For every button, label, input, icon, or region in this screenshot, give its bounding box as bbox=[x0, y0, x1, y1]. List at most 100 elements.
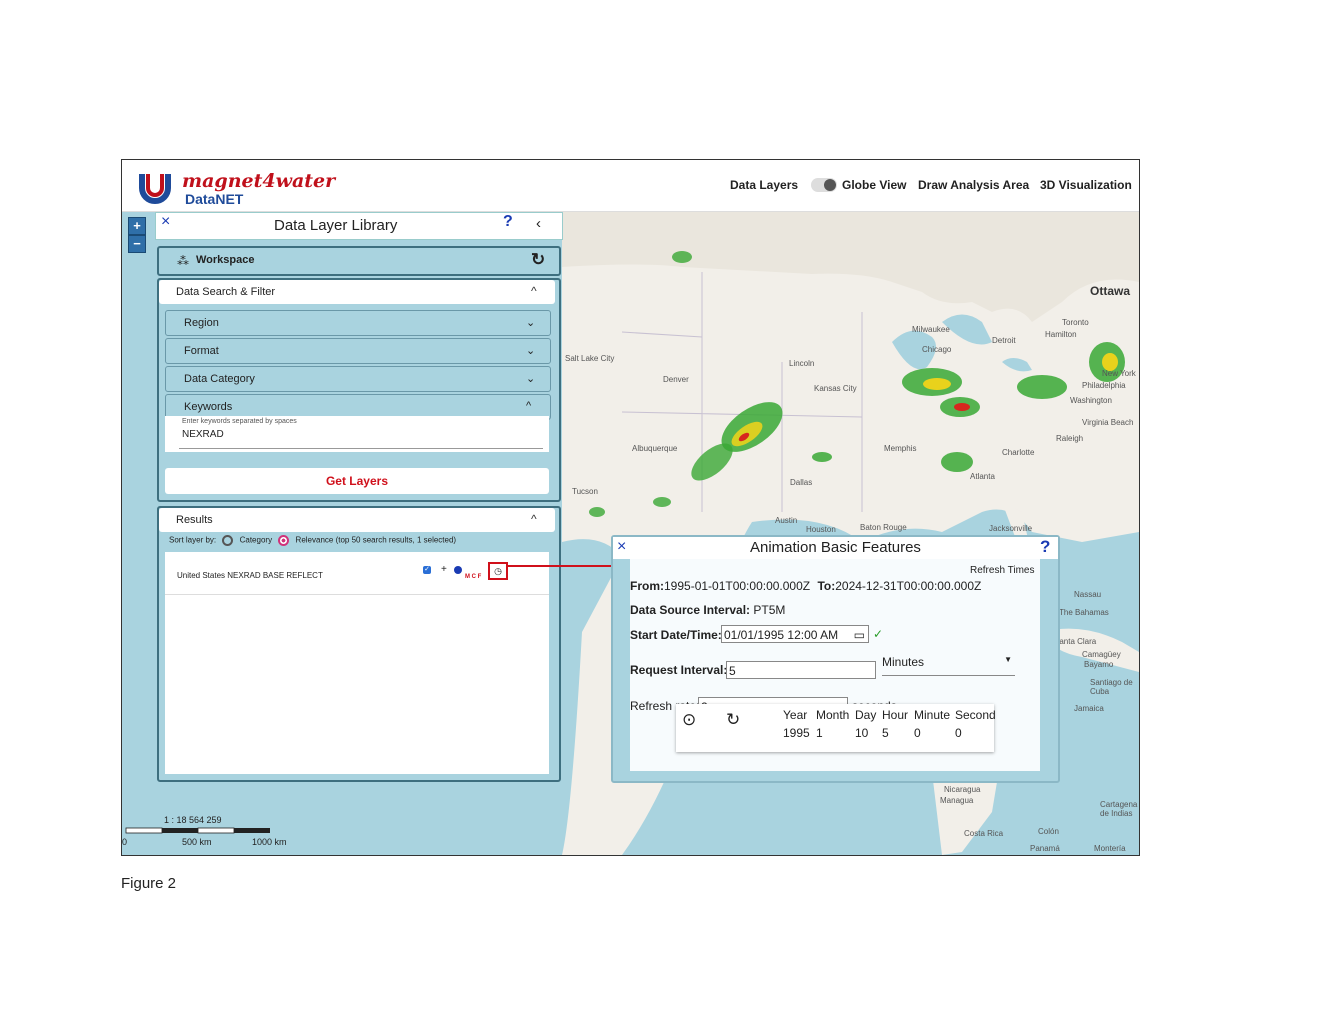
zoom-in-button[interactable]: + bbox=[128, 217, 146, 235]
clock-icon[interactable]: ◷ bbox=[488, 562, 508, 580]
close-panel-icon[interactable]: × bbox=[161, 213, 170, 231]
map-label: Austin bbox=[775, 516, 798, 525]
zoom-out-button[interactable]: − bbox=[128, 235, 146, 253]
filter-data-category[interactable]: Data Category ⌄ bbox=[165, 366, 551, 392]
globe-view-toggle[interactable] bbox=[811, 178, 837, 192]
panel-title: Data Layer Library bbox=[274, 217, 398, 234]
brand-title: magnet4water bbox=[182, 170, 336, 192]
results-header[interactable]: Results ^ bbox=[159, 508, 555, 532]
sort-relevance-radio[interactable] bbox=[278, 535, 290, 546]
map-label: Dallas bbox=[790, 478, 813, 487]
magnet-logo-icon bbox=[139, 174, 171, 204]
request-interval-input[interactable]: 5 bbox=[726, 661, 876, 679]
start-date-input[interactable]: 01/01/1995 12:00 AM ▭ bbox=[721, 625, 869, 643]
refresh-icon[interactable]: ↻ bbox=[531, 250, 545, 270]
sort-category-radio[interactable] bbox=[222, 535, 234, 546]
map-label: Detroit bbox=[992, 336, 1016, 345]
results-label: Results bbox=[176, 514, 213, 526]
time-header-second: Second bbox=[955, 708, 996, 722]
time-value-second: 0 bbox=[955, 726, 962, 740]
nav-globe-view[interactable]: Globe View bbox=[842, 178, 906, 192]
map-label: Costa Rica bbox=[964, 829, 1004, 838]
calendar-icon[interactable]: ▭ bbox=[854, 626, 865, 644]
map-label: Montería bbox=[1094, 844, 1126, 853]
search-filter-label: Data Search & Filter bbox=[176, 286, 276, 298]
dropdown-arrow-icon: ▼ bbox=[1004, 655, 1012, 664]
nav-data-layers[interactable]: Data Layers bbox=[730, 178, 798, 192]
add-icon[interactable]: + bbox=[441, 564, 447, 575]
chevron-up-icon: ^ bbox=[531, 284, 537, 298]
sort-label: Sort layer by: bbox=[169, 535, 217, 545]
brand-subtitle: DataNET bbox=[185, 191, 244, 207]
collapse-panel-icon[interactable]: ‹ bbox=[536, 215, 541, 232]
scale-max: 1000 km bbox=[252, 837, 287, 847]
map-label: Colón bbox=[1038, 827, 1059, 836]
scale-bar bbox=[125, 827, 270, 834]
panel-header: × Data Layer Library ? ‹ bbox=[155, 212, 563, 240]
info-icon[interactable] bbox=[454, 566, 462, 574]
workspace-section[interactable]: ⁂ Workspace ↻ bbox=[157, 246, 561, 276]
scale-zero: 0 bbox=[122, 837, 128, 847]
nav-draw-analysis-area[interactable]: Draw Analysis Area bbox=[918, 178, 1029, 192]
time-value-day: 10 bbox=[855, 726, 869, 740]
data-search-filter-section: Data Search & Filter ^ Region ⌄ Format ⌄… bbox=[157, 278, 561, 502]
toggle-knob bbox=[824, 179, 836, 191]
map-label: Jacksonville bbox=[989, 524, 1033, 533]
animation-panel: × Animation Basic Features ? Refresh Tim… bbox=[611, 535, 1060, 783]
map-label: Kansas City bbox=[814, 384, 857, 393]
search-filter-header[interactable]: Data Search & Filter ^ bbox=[159, 280, 555, 304]
refresh-times-link[interactable]: Refresh Times bbox=[970, 565, 1034, 576]
map-label: Charlotte bbox=[1002, 448, 1035, 457]
map-label: Hamilton bbox=[1045, 330, 1077, 339]
sort-options: Sort layer by: Category Relevance (top 5… bbox=[169, 535, 456, 546]
close-animation-icon[interactable]: × bbox=[617, 538, 626, 556]
filter-label: Region bbox=[184, 317, 219, 329]
play-icon[interactable]: ⊙ bbox=[682, 710, 696, 730]
interval-label: Data Source Interval: bbox=[630, 603, 751, 617]
keywords-input[interactable]: Enter keywords separated by spaces NEXRA… bbox=[165, 416, 549, 452]
map-label: Salt Lake City bbox=[565, 354, 615, 363]
map-label: Panamá bbox=[1030, 844, 1060, 853]
chevron-down-icon: ⌄ bbox=[526, 373, 536, 385]
map-label: Memphis bbox=[884, 444, 917, 453]
sort-relevance-label: Relevance (top 50 search results, 1 sele… bbox=[295, 535, 457, 545]
filter-format[interactable]: Format ⌄ bbox=[165, 338, 551, 364]
time-header-minute: Minute bbox=[914, 708, 951, 722]
figure-caption: Figure 2 bbox=[121, 875, 177, 892]
map-label: Nicaragua bbox=[944, 785, 981, 794]
list-item[interactable]: United States NEXRAD BASE REFLECT ✓ + M … bbox=[165, 552, 549, 595]
interval-unit-select[interactable]: Minutes ▼ bbox=[882, 655, 1015, 676]
map-label: Raleigh bbox=[1056, 434, 1084, 443]
reset-icon[interactable]: ↻ bbox=[726, 710, 740, 730]
map-label: The Bahamas bbox=[1059, 608, 1109, 617]
map-label: Baton Rouge bbox=[860, 523, 907, 532]
map-label: Nassau bbox=[1074, 590, 1102, 599]
map-label: Managua bbox=[940, 796, 974, 805]
filter-region[interactable]: Region ⌄ bbox=[165, 310, 551, 336]
map-label: Chicago bbox=[922, 345, 952, 354]
map-label: Denver bbox=[663, 375, 689, 384]
from-value: 1995-01-01T00:00:00.000Z bbox=[664, 579, 811, 593]
time-value-minute: 0 bbox=[914, 726, 921, 740]
map-label: New York bbox=[1102, 369, 1136, 378]
map-label: Milwaukee bbox=[912, 325, 950, 334]
interval-unit-value: Minutes bbox=[882, 655, 925, 669]
time-header-year: Year bbox=[783, 708, 808, 722]
input-underline bbox=[179, 448, 543, 449]
checkbox-icon[interactable]: ✓ bbox=[423, 566, 431, 574]
from-label: From: bbox=[630, 579, 664, 593]
help-icon[interactable]: ? bbox=[1040, 537, 1050, 557]
help-icon[interactable]: ? bbox=[503, 213, 513, 231]
map-label: Cartagena de Indias bbox=[1100, 800, 1138, 818]
filter-label: Data Category bbox=[184, 373, 255, 385]
scale-ratio: 1 : 18 564 259 bbox=[164, 815, 222, 825]
nav-3d-visualization[interactable]: 3D Visualization bbox=[1040, 178, 1132, 192]
filter-label: Format bbox=[184, 345, 219, 357]
map-label: Ottawa bbox=[1090, 284, 1131, 298]
chevron-up-icon: ^ bbox=[526, 400, 532, 412]
workspace-icon: ⁂ bbox=[177, 254, 189, 268]
map-label: Toronto bbox=[1062, 318, 1089, 327]
time-value-month: 1 bbox=[816, 726, 823, 740]
get-layers-button[interactable]: Get Layers bbox=[165, 468, 549, 494]
map-label: Atlanta bbox=[970, 472, 995, 481]
